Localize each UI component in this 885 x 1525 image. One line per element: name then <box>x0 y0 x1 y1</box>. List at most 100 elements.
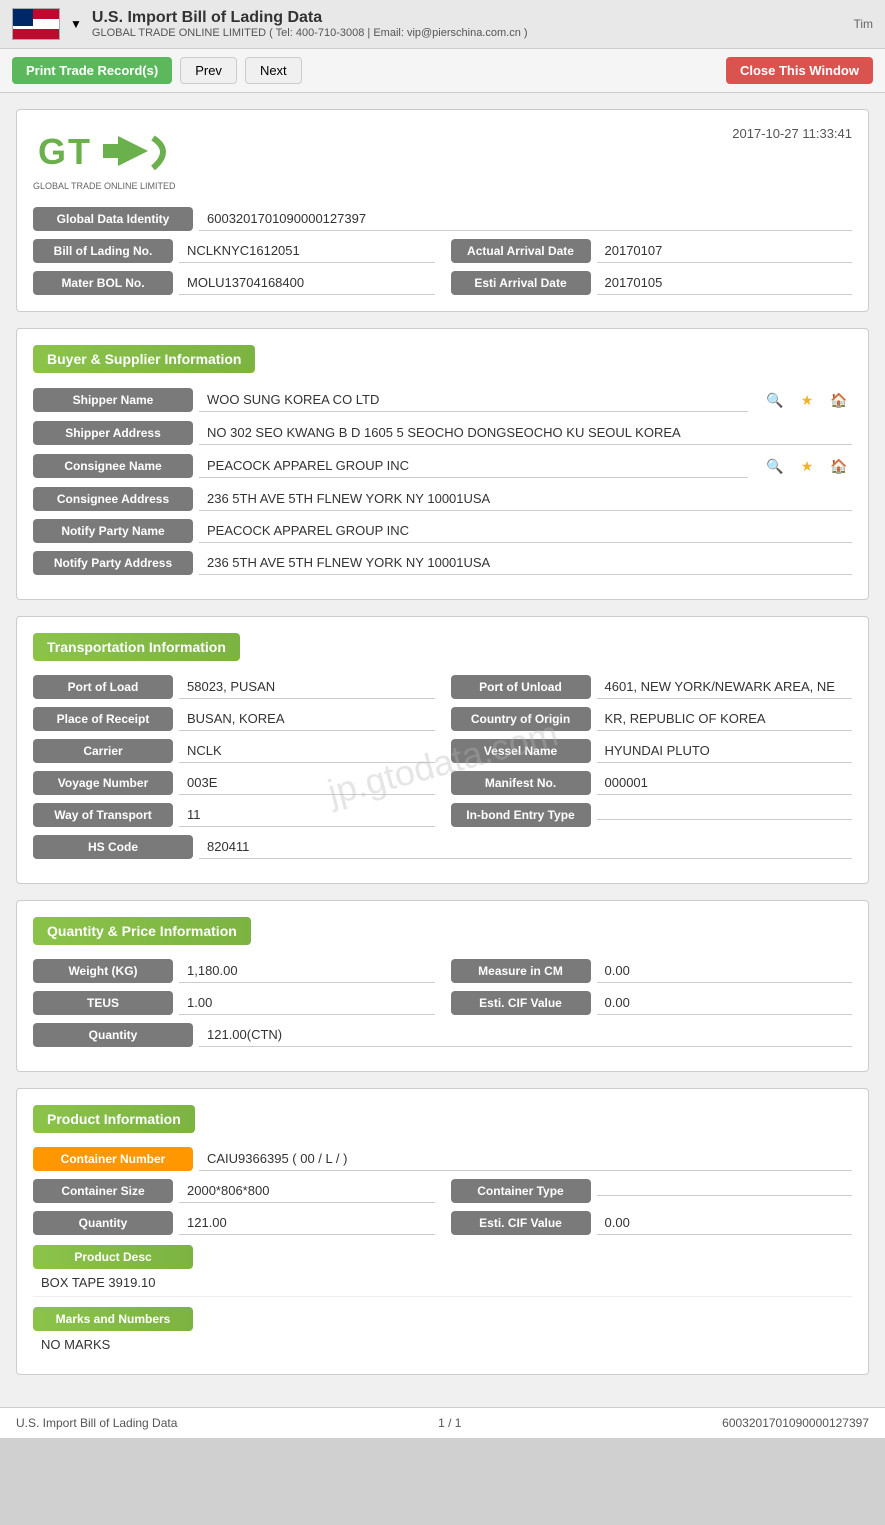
product-info-card: Product Information Container Number CAI… <box>16 1088 869 1375</box>
transportation-title: Transportation Information <box>33 633 240 661</box>
port-of-load-label: Port of Load <box>33 675 173 699</box>
shipper-address-label: Shipper Address <box>33 421 193 445</box>
in-bond-entry-label: In-bond Entry Type <box>451 803 591 827</box>
esti-arrival-label: Esti Arrival Date <box>451 271 591 295</box>
global-data-identity-label: Global Data Identity <box>33 207 193 231</box>
container-size-label: Container Size <box>33 1179 173 1203</box>
container-size-row: Container Size 2000*806*800 Container Ty… <box>33 1179 852 1203</box>
voyage-number-value: 003E <box>179 771 435 795</box>
container-type-value <box>597 1187 853 1196</box>
logo-text: GLOBAL TRADE ONLINE LIMITED <box>33 181 176 191</box>
notify-party-address-value: 236 5TH AVE 5TH FLNEW YORK NY 10001USA <box>199 551 852 575</box>
footer-center: 1 / 1 <box>438 1416 461 1430</box>
consignee-home-icon[interactable]: 🏠 <box>826 453 852 479</box>
shipper-search-icon[interactable]: 🔍 <box>762 387 788 413</box>
top-bar: ▼ U.S. Import Bill of Lading Data GLOBAL… <box>0 0 885 49</box>
footer-left: U.S. Import Bill of Lading Data <box>16 1416 177 1430</box>
next-button[interactable]: Next <box>245 57 302 84</box>
quantity-price-title: Quantity & Price Information <box>33 917 251 945</box>
consignee-name-row: Consignee Name PEACOCK APPAREL GROUP INC… <box>33 453 852 479</box>
country-of-origin-label: Country of Origin <box>451 707 591 731</box>
record-date: 2017-10-27 11:33:41 <box>732 126 852 141</box>
shipper-address-row: Shipper Address NO 302 SEO KWANG B D 160… <box>33 421 852 445</box>
transportation-card: Transportation Information Port of Load … <box>16 616 869 884</box>
print-button[interactable]: Print Trade Record(s) <box>12 57 172 84</box>
container-number-button[interactable]: Container Number <box>33 1147 193 1171</box>
consignee-name-value: PEACOCK APPAREL GROUP INC <box>199 454 748 478</box>
close-button[interactable]: Close This Window <box>726 57 873 84</box>
container-number-row: Container Number CAIU9366395 ( 00 / L / … <box>33 1147 852 1171</box>
product-desc-button[interactable]: Product Desc <box>33 1245 193 1269</box>
product-desc-section: Product Desc BOX TAPE 3919.10 <box>33 1245 852 1297</box>
shipper-name-label: Shipper Name <box>33 388 193 412</box>
weight-label: Weight (KG) <box>33 959 173 983</box>
consignee-search-icon[interactable]: 🔍 <box>762 453 788 479</box>
global-data-identity-value: 6003201701090000127397 <box>199 207 852 231</box>
way-of-transport-label: Way of Transport <box>33 803 173 827</box>
shipper-home-icon[interactable]: 🏠 <box>826 387 852 413</box>
country-of-origin-value: KR, REPUBLIC OF KOREA <box>597 707 853 731</box>
manifest-no-value: 000001 <box>597 771 853 795</box>
footer: U.S. Import Bill of Lading Data 1 / 1 60… <box>0 1407 885 1438</box>
place-of-receipt-label: Place of Receipt <box>33 707 173 731</box>
prev-button[interactable]: Prev <box>180 57 237 84</box>
notify-party-address-row: Notify Party Address 236 5TH AVE 5TH FLN… <box>33 551 852 575</box>
bill-of-lading-value: NCLKNYC1612051 <box>179 239 435 263</box>
footer-right: 6003201701090000127397 <box>722 1416 869 1430</box>
shipper-star-icon[interactable]: ★ <box>794 387 820 413</box>
esti-cif-label: Esti. CIF Value <box>451 991 591 1015</box>
shipper-address-value: NO 302 SEO KWANG B D 1605 5 SEOCHO DONGS… <box>199 421 852 445</box>
esti-cif-value: 0.00 <box>597 991 853 1015</box>
product-desc-value: BOX TAPE 3919.10 <box>33 1269 852 1297</box>
shipper-name-value: WOO SUNG KOREA CO LTD <box>199 388 748 412</box>
container-number-value: CAIU9366395 ( 00 / L / ) <box>199 1147 852 1171</box>
master-bol-value: MOLU13704168400 <box>179 271 435 295</box>
consignee-address-row: Consignee Address 236 5TH AVE 5TH FLNEW … <box>33 487 852 511</box>
product-info-title: Product Information <box>33 1105 195 1133</box>
master-bol-label: Mater BOL No. <box>33 271 173 295</box>
carrier-row: Carrier NCLK Vessel Name HYUNDAI PLUTO <box>33 739 852 763</box>
voyage-row: Voyage Number 003E Manifest No. 000001 <box>33 771 852 795</box>
vessel-name-label: Vessel Name <box>451 739 591 763</box>
quantity-row: Quantity 121.00(CTN) <box>33 1023 852 1047</box>
notify-party-name-row: Notify Party Name PEACOCK APPAREL GROUP … <box>33 519 852 543</box>
actual-arrival-label: Actual Arrival Date <box>451 239 591 263</box>
quantity-value: 121.00(CTN) <box>199 1023 852 1047</box>
port-row: Port of Load 58023, PUSAN Port of Unload… <box>33 675 852 699</box>
teus-label: TEUS <box>33 991 173 1015</box>
measure-label: Measure in CM <box>451 959 591 983</box>
port-of-unload-label: Port of Unload <box>451 675 591 699</box>
in-bond-entry-value <box>597 811 853 820</box>
product-quantity-label: Quantity <box>33 1211 173 1235</box>
header-card: G T GLOBAL TRADE ONLINE LIMITED 2017-10-… <box>16 109 869 312</box>
weight-value: 1,180.00 <box>179 959 435 983</box>
teus-row: TEUS 1.00 Esti. CIF Value 0.00 <box>33 991 852 1015</box>
bol-row: Bill of Lading No. NCLKNYC1612051 Actual… <box>33 239 852 263</box>
notify-party-name-value: PEACOCK APPAREL GROUP INC <box>199 519 852 543</box>
product-esti-cif-label: Esti. CIF Value <box>451 1211 591 1235</box>
product-esti-cif-value: 0.00 <box>597 1211 853 1235</box>
buyer-supplier-card: Buyer & Supplier Information Shipper Nam… <box>16 328 869 600</box>
vessel-name-value: HYUNDAI PLUTO <box>597 739 853 763</box>
consignee-name-label: Consignee Name <box>33 454 193 478</box>
marks-numbers-button[interactable]: Marks and Numbers <box>33 1307 193 1331</box>
carrier-label: Carrier <box>33 739 173 763</box>
quantity-label: Quantity <box>33 1023 193 1047</box>
user-name: Tim <box>853 17 873 31</box>
notify-party-name-label: Notify Party Name <box>33 519 193 543</box>
weight-row: Weight (KG) 1,180.00 Measure in CM 0.00 <box>33 959 852 983</box>
measure-value: 0.00 <box>597 959 853 983</box>
product-quantity-row: Quantity 121.00 Esti. CIF Value 0.00 <box>33 1211 852 1235</box>
bill-of-lading-label: Bill of Lading No. <box>33 239 173 263</box>
hs-code-label: HS Code <box>33 835 193 859</box>
marks-numbers-value: NO MARKS <box>33 1331 852 1358</box>
hs-code-row: HS Code 820411 <box>33 835 852 859</box>
container-type-label: Container Type <box>451 1179 591 1203</box>
consignee-address-label: Consignee Address <box>33 487 193 511</box>
way-of-transport-value: 11 <box>179 803 435 827</box>
dropdown-arrow[interactable]: ▼ <box>70 17 82 31</box>
teus-value: 1.00 <box>179 991 435 1015</box>
flag-icon <box>12 8 60 40</box>
consignee-star-icon[interactable]: ★ <box>794 453 820 479</box>
svg-text:G: G <box>38 131 66 172</box>
